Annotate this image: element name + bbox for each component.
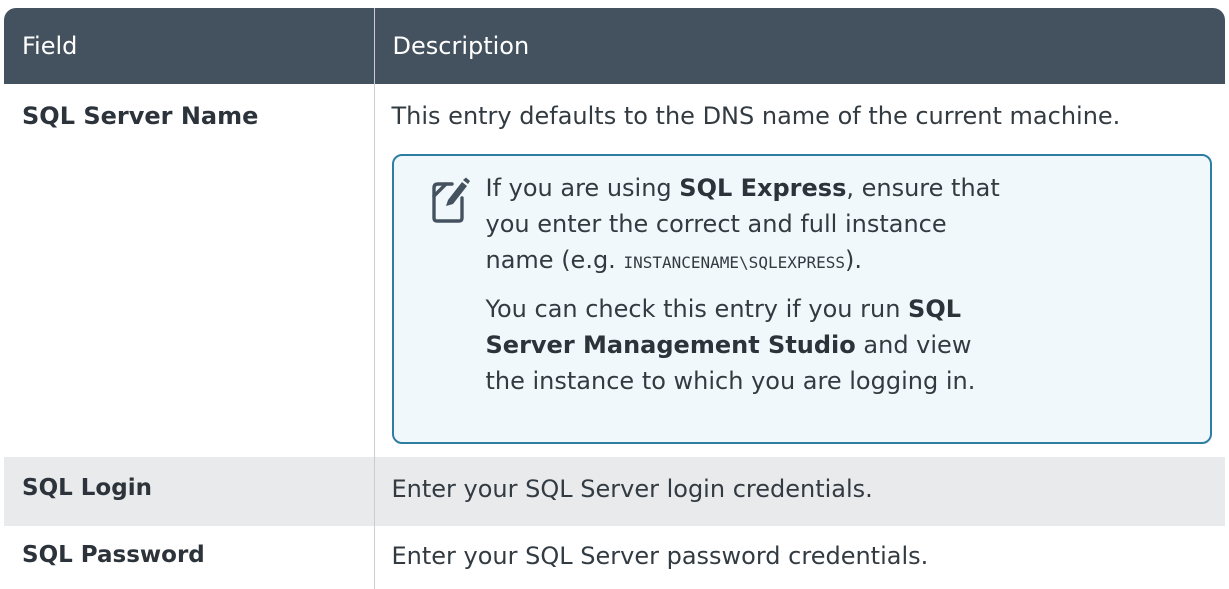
- field-name: SQL Login: [4, 457, 374, 526]
- fields-table: Field Description SQL Server Name This e…: [4, 8, 1225, 589]
- note-callout: If you are using SQL Express, ensure tha…: [391, 154, 1212, 444]
- note-bold-sql-express: SQL Express: [679, 174, 847, 202]
- field-name: SQL Server Name: [22, 102, 259, 130]
- table-row: SQL Password Enter your SQL Server passw…: [4, 526, 1225, 589]
- description-cell: This entry defaults to the DNS name of t…: [373, 84, 1225, 457]
- column-header-description: Description: [373, 8, 1225, 84]
- column-header-field: Field: [4, 8, 374, 84]
- table-row: SQL Server Name This entry defaults to t…: [4, 84, 1225, 457]
- field-description: Enter your SQL Server login credentials.: [373, 457, 1225, 526]
- field-name: SQL Password: [22, 542, 205, 568]
- note-code-instance-name: INSTANCENAME\SQLEXPRESS: [623, 253, 846, 272]
- note-paragraph-2: You can check this entry if you run SQL …: [486, 291, 1006, 399]
- note-edit-icon: [431, 177, 470, 223]
- table-header-row: Field Description: [4, 8, 1225, 84]
- field-description: Enter your SQL Server password credentia…: [373, 526, 1225, 589]
- note-text-span: You can check this entry if you run: [485, 295, 909, 323]
- table-row: SQL Login Enter your SQL Server login cr…: [4, 457, 1225, 526]
- field-description: This entry defaults to the DNS name of t…: [391, 102, 1121, 130]
- note-text-span: If you are using: [485, 174, 680, 202]
- note-text: If you are using SQL Express, ensure tha…: [486, 170, 1006, 399]
- note-paragraph-1: If you are using SQL Express, ensure tha…: [486, 170, 1006, 281]
- note-text-span: ).: [845, 246, 863, 274]
